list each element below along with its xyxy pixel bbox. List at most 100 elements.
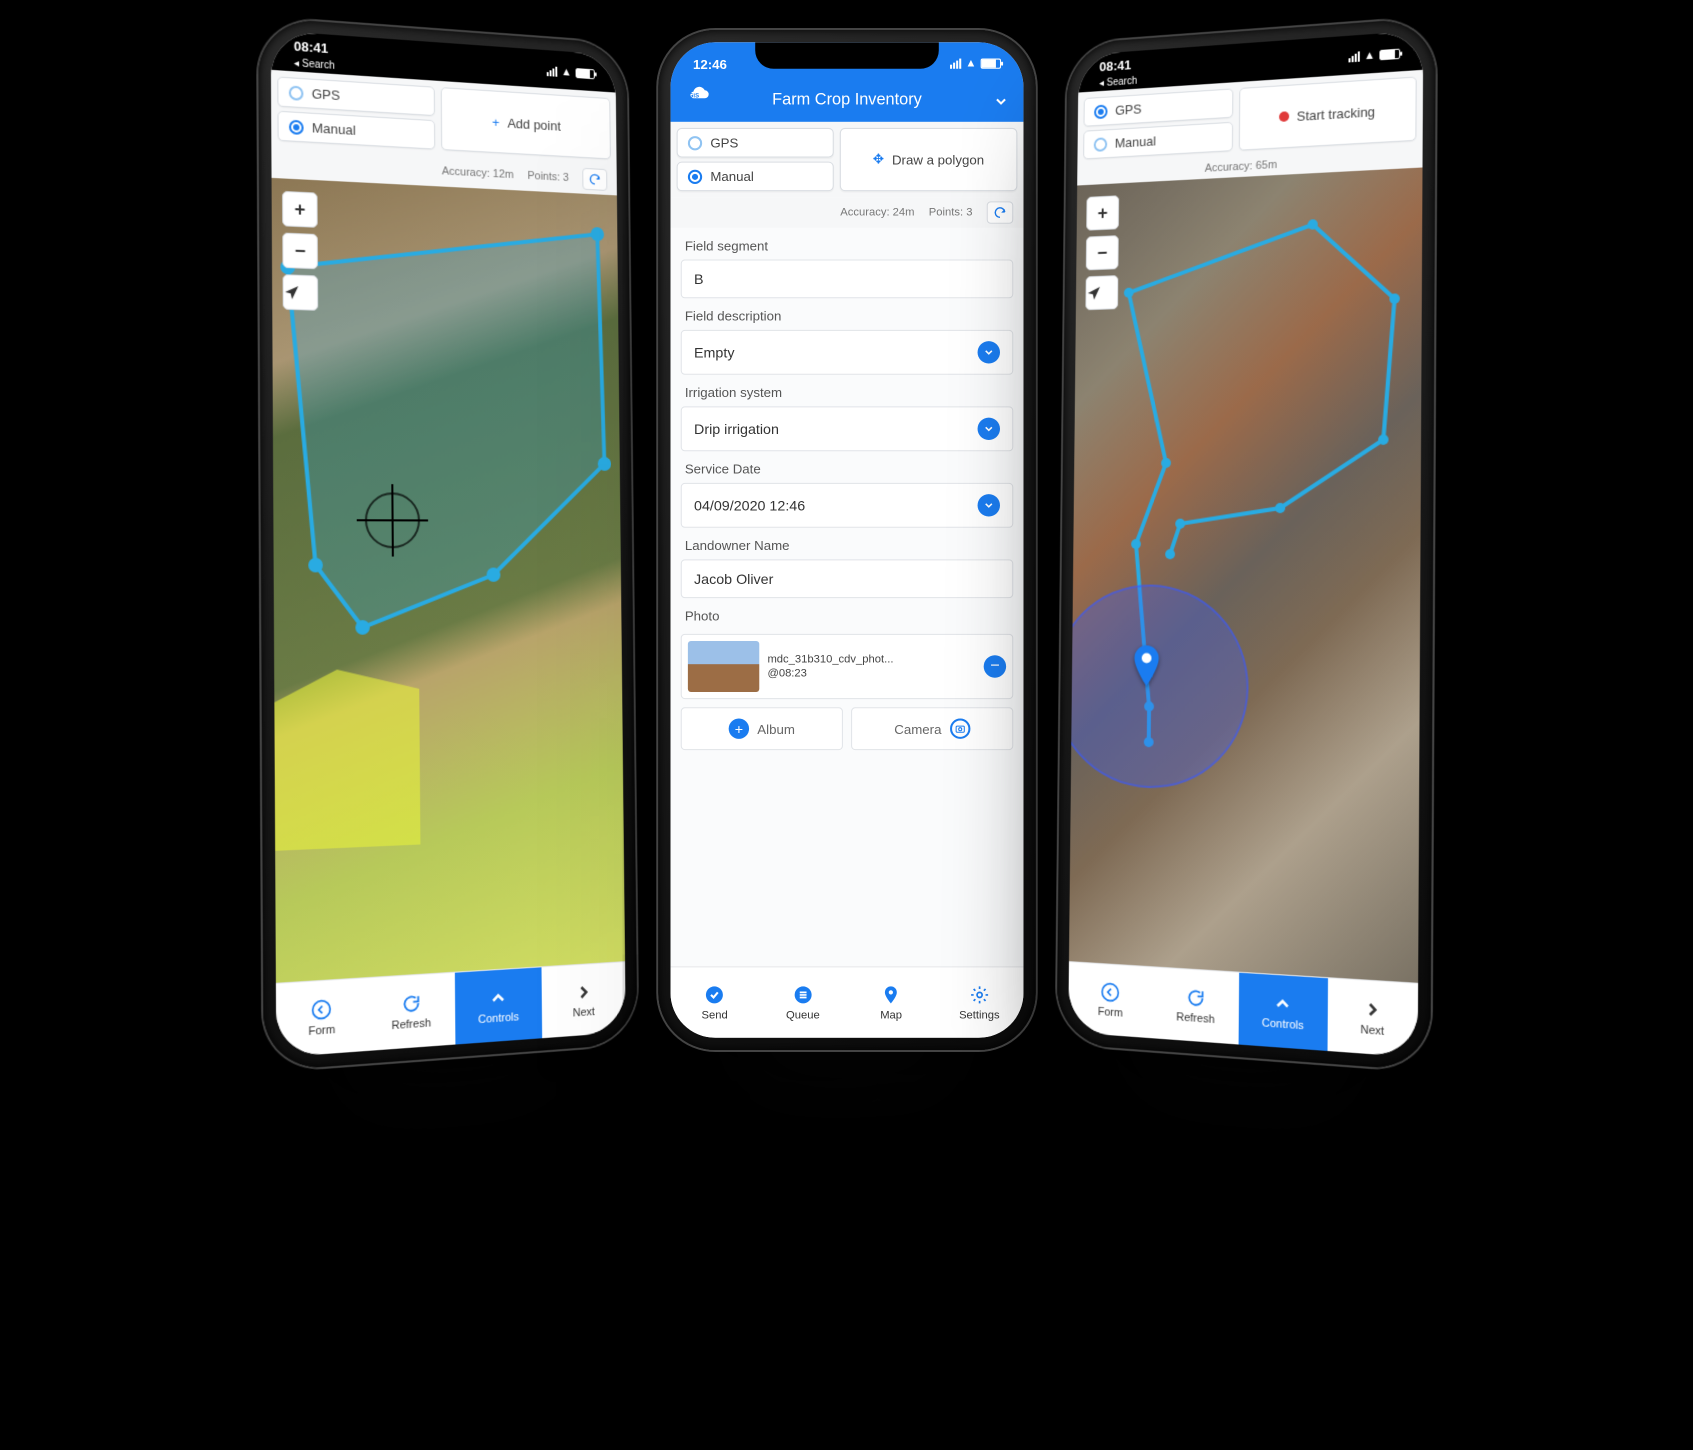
- status-time: 08:41: [293, 38, 328, 56]
- locate-button[interactable]: [282, 274, 318, 311]
- header-title: Farm Crop Inventory: [772, 91, 922, 108]
- draw-polygon-button[interactable]: ✥ Draw a polygon: [839, 128, 1017, 191]
- manual-toggle[interactable]: Manual: [277, 111, 434, 150]
- radio-icon: [1093, 137, 1107, 152]
- gear-icon: [968, 984, 990, 1006]
- refresh-icon: [1184, 986, 1206, 1010]
- add-point-button[interactable]: + Add point: [440, 87, 610, 159]
- undo-icon: [992, 205, 1006, 219]
- photo-item[interactable]: mdc_31b310_cdv_phot...@08:23 −: [680, 634, 1013, 699]
- crosshair-icon: [364, 492, 419, 548]
- undo-button[interactable]: [582, 168, 607, 191]
- back-search[interactable]: ◂ Search: [1099, 76, 1137, 89]
- tab-map[interactable]: Map: [847, 967, 935, 1037]
- status-time: 08:41: [1099, 57, 1131, 74]
- phone-middle: 12:46 ▲ GiS Farm Crop Inventory GPS: [658, 30, 1035, 1050]
- zoom-out-button[interactable]: −: [1085, 235, 1118, 270]
- map-view[interactable]: + −: [271, 178, 624, 983]
- status-icons: ▲: [950, 58, 1001, 70]
- bottom-tabbar: Send Queue Map Settings: [670, 966, 1023, 1037]
- irrigation-select[interactable]: Drip irrigation: [680, 406, 1013, 451]
- status-icons: ▲: [1348, 48, 1400, 64]
- photo-filename: mdc_31b310_cdv_phot...@08:23: [767, 652, 893, 681]
- status-time: 12:46: [692, 56, 726, 71]
- signal-icon: [950, 59, 961, 69]
- tab-refresh[interactable]: Refresh: [366, 973, 455, 1051]
- metrics-bar: Accuracy: 24m Points: 3: [670, 197, 1023, 228]
- camera-icon: [949, 719, 969, 739]
- tab-form[interactable]: Form: [275, 978, 366, 1057]
- points-text: Points: 3: [928, 206, 972, 218]
- manual-label: Manual: [710, 169, 753, 184]
- field-segment-label: Field segment: [670, 228, 1023, 260]
- tab-send[interactable]: Send: [670, 967, 758, 1037]
- phone-right: 08:41 ◂ Search ▲ GPS Manual: [1056, 17, 1435, 1071]
- service-date-select[interactable]: 04/09/2020 12:46: [680, 483, 1013, 528]
- phone-left: 08:41 ◂ Search ▲ GPS Manual: [258, 17, 637, 1071]
- start-tracking-button[interactable]: Start tracking: [1238, 76, 1416, 150]
- refresh-icon: [399, 991, 422, 1016]
- header-dropdown[interactable]: [992, 93, 1008, 109]
- notch: [755, 42, 939, 69]
- chevron-up-icon: [1271, 991, 1294, 1016]
- locate-button[interactable]: [1085, 275, 1118, 310]
- map-pin-icon: [879, 984, 901, 1006]
- back-circle-icon: [310, 997, 333, 1022]
- album-button[interactable]: + Album: [680, 707, 842, 750]
- form-body[interactable]: Field segment B Field description Empty …: [670, 228, 1023, 966]
- radio-icon: [687, 169, 701, 183]
- tab-controls[interactable]: Controls: [454, 967, 541, 1044]
- gps-toggle[interactable]: GPS: [676, 128, 833, 158]
- landowner-input[interactable]: Jacob Oliver: [680, 559, 1013, 598]
- gps-toggle[interactable]: GPS: [277, 76, 434, 116]
- chevron-down-icon: [977, 494, 999, 516]
- move-icon: ✥: [872, 151, 883, 167]
- radio-icon: [288, 85, 303, 100]
- app-header: GiS Farm Crop Inventory: [670, 81, 1023, 122]
- manual-label: Manual: [1114, 133, 1155, 150]
- locate-icon: [283, 284, 300, 301]
- tab-refresh[interactable]: Refresh: [1152, 967, 1239, 1044]
- back-search[interactable]: ◂ Search: [293, 58, 334, 72]
- undo-button[interactable]: [986, 201, 1013, 223]
- zoom-out-button[interactable]: −: [282, 233, 318, 270]
- location-pin-icon: [1131, 645, 1161, 686]
- zoom-in-button[interactable]: +: [1086, 195, 1119, 230]
- radio-icon: [687, 136, 701, 150]
- accuracy-text: Accuracy: 12m: [441, 165, 513, 181]
- signal-icon: [546, 66, 557, 77]
- check-circle-icon: [703, 984, 725, 1006]
- irrigation-label: Irrigation system: [670, 375, 1023, 407]
- gis-cloud-logo-icon: GiS: [684, 85, 711, 103]
- signal-icon: [1348, 51, 1359, 62]
- tab-queue[interactable]: Queue: [758, 967, 846, 1037]
- accuracy-text: Accuracy: 65m: [1204, 159, 1277, 175]
- polygon-overlay: [271, 178, 623, 851]
- map-view[interactable]: + −: [1068, 167, 1422, 982]
- wifi-icon: ▲: [1364, 49, 1375, 62]
- tab-form[interactable]: Form: [1068, 962, 1153, 1038]
- camera-button[interactable]: Camera: [851, 707, 1013, 750]
- manual-toggle[interactable]: Manual: [676, 162, 833, 192]
- wifi-icon: ▲: [965, 58, 976, 70]
- chevron-right-icon: [1360, 997, 1383, 1022]
- chevron-down-icon: [992, 93, 1008, 109]
- chevron-down-icon: [977, 341, 999, 363]
- tab-controls[interactable]: Controls: [1238, 973, 1327, 1051]
- chevron-right-icon: [572, 980, 594, 1004]
- tab-next[interactable]: Next: [1327, 978, 1418, 1057]
- battery-icon: [575, 68, 594, 79]
- zoom-in-button[interactable]: +: [282, 191, 318, 228]
- chevron-down-icon: [977, 418, 999, 440]
- battery-icon: [1379, 49, 1400, 61]
- gps-toggle[interactable]: GPS: [1083, 88, 1232, 126]
- remove-photo-button[interactable]: −: [983, 655, 1005, 677]
- back-circle-icon: [1099, 980, 1121, 1004]
- manual-toggle[interactable]: Manual: [1083, 122, 1233, 160]
- tab-next[interactable]: Next: [541, 962, 626, 1038]
- gps-label: GPS: [710, 135, 738, 150]
- tab-settings[interactable]: Settings: [935, 967, 1023, 1037]
- field-description-select[interactable]: Empty: [680, 330, 1013, 375]
- field-segment-input[interactable]: B: [680, 260, 1013, 299]
- status-icons: ▲: [546, 65, 594, 80]
